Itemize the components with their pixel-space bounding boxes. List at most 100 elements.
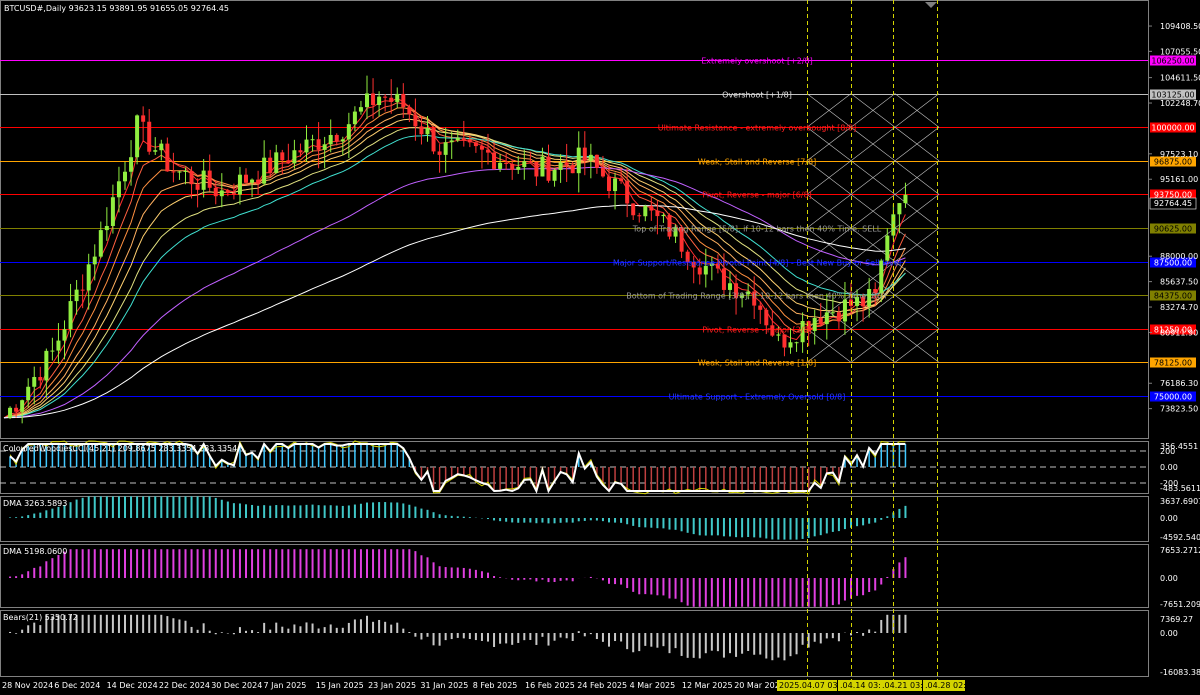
time-axis-label: 4 Mar 2025 [630,681,676,690]
murrey-level-label: Overshoot [+1/8] [722,91,792,100]
time-axis-label: 7 Jan 2025 [264,681,307,690]
candle-body [473,142,478,147]
oscillator-tick-label: -4592.5402 [1160,533,1200,542]
price-level-tag-text: 78125.00 [1154,359,1192,368]
candle-body [268,157,273,173]
time-axis-label: 28 Nov 2024 [2,681,53,690]
candle-body [286,160,291,164]
candle-body [776,334,781,336]
price-tick-label: 76186.30 [1160,379,1198,388]
candle-body [504,162,509,164]
candle-body [328,134,333,145]
candle-body [250,179,255,183]
murrey-level-label: Top of Trading Range [5/8], if 10-12 bar… [632,225,882,234]
candle-body [697,267,702,275]
candle-body [231,193,236,195]
candle-body [637,215,642,217]
candle-body [38,377,43,381]
candle-body [68,301,73,330]
candle-body [467,139,472,143]
candle-body [649,205,654,211]
murrey-level-label: Extremely overshoot [+2/8] [701,57,813,66]
price-tick-label: 109408.50 [1160,22,1200,31]
candle-body [201,170,206,190]
candle-body [32,377,37,387]
candle-body [486,149,490,153]
candle-body [280,152,285,161]
price-tick-label: 104611.50 [1160,74,1200,83]
candle-body [304,139,309,153]
candle-body [159,143,164,151]
candle-body [189,170,194,185]
candle-body [165,143,170,172]
candle-body [558,162,563,170]
price-level-tag-text: 106250.00 [1151,57,1194,66]
candle-body [758,305,763,310]
candle-body [401,93,406,108]
oscillator-tick-label: 0.00 [1160,574,1178,583]
candle-body [897,203,902,215]
oscillator-tick-label: 200 [1160,447,1175,456]
candle-body [903,194,908,204]
trading-chart[interactable]: 106250.00Extremely overshoot [+2/8]10312… [0,0,1200,695]
candle-body [371,93,376,106]
candle-body [564,162,569,166]
candle-body [171,171,176,173]
candle-body [600,167,605,177]
candle-body [346,124,351,140]
price-tick-label: 80911.90 [1160,328,1198,337]
candle-body [830,312,835,314]
candle-body [631,203,636,216]
candle-body [522,161,527,168]
candle-body [274,152,279,173]
price-tick-label: 95161.00 [1160,175,1198,184]
candle-body [8,407,13,418]
candle-body [62,329,67,341]
time-marker-tag-text: .04.28 02:59 [925,681,976,690]
candle-body [365,93,369,108]
candle-body [104,225,109,231]
price-level-tag-text: 90625.00 [1154,225,1192,234]
candle-body [80,289,85,291]
candle-body [728,283,732,290]
candle-body [528,161,533,163]
candle-body [244,174,248,183]
murrey-level-label: Weak, Stall and Reverse [7/8] [698,158,817,167]
candle-body [225,190,230,194]
candle-body [135,115,140,158]
murrey-level-label: Pivot, Reverse - major [2/8] [702,326,812,335]
candle-body [219,190,224,197]
candle-body [207,170,212,188]
candle-body [195,184,200,190]
price-tick-label: 97523.10 [1160,150,1198,159]
candle-body [613,178,618,192]
time-axis-label: 22 Dec 2024 [159,681,210,690]
price-tick-label: 83274.70 [1160,303,1198,312]
candle-body [141,115,146,122]
candle-body [377,96,382,106]
candle-body [842,299,847,322]
candle-body [461,138,466,140]
candle-body [177,171,182,173]
candle-body [594,154,599,168]
candle-body [824,312,829,325]
murrey-level-label: Ultimate Resistance - extremely overboug… [658,124,857,133]
candle-body [237,174,242,195]
candle-body [213,187,218,197]
candle-body [576,147,581,174]
candle-body [479,146,484,150]
candle-body [383,96,388,98]
candle-body [407,107,412,115]
current-price-label: 92764.45 [1154,199,1192,208]
candle-body [588,154,593,161]
candle-body [419,126,424,135]
oscillator-tick-label: 3637.6907 [1160,497,1200,506]
candle-body [764,309,769,326]
candle-body [298,150,303,153]
candle-body [74,289,79,302]
candle-body [546,156,551,181]
candle-body [721,268,726,290]
candle-body [44,350,49,381]
oscillator-tick-label: -483.5611 [1160,484,1200,493]
candle-body [782,334,787,348]
